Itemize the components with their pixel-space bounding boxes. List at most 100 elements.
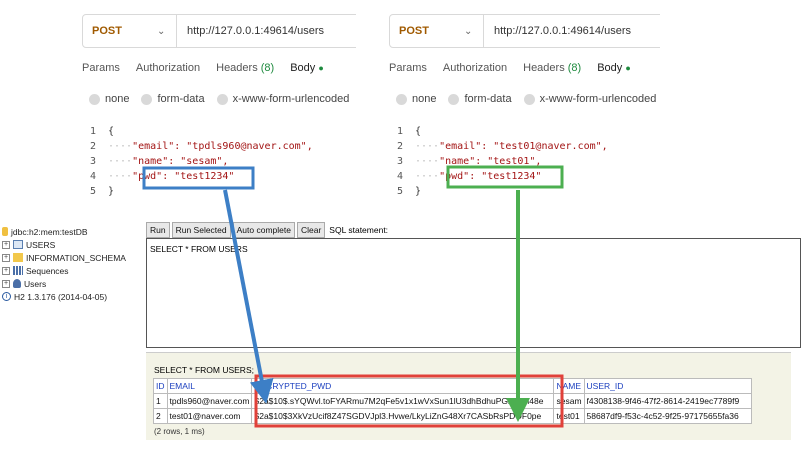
results-table: ID EMAIL ENCRYPTED_PWD NAME USER_ID 1 tp…: [153, 378, 752, 424]
tree-item-sequences[interactable]: + Sequences: [2, 264, 126, 277]
request-tabs: Params Authorization Headers (8) Body ●: [389, 62, 631, 74]
radio-urlencoded[interactable]: x-www-form-urlencoded: [523, 93, 656, 105]
radio-form-data[interactable]: form-data: [448, 93, 512, 105]
column-header[interactable]: ENCRYPTED_PWD: [251, 378, 555, 394]
tab-params[interactable]: Params: [82, 62, 120, 74]
radio-icon: [523, 93, 535, 105]
run-button[interactable]: Run: [146, 222, 170, 238]
tab-headers-label: Headers: [216, 62, 258, 74]
line-number: 1: [396, 126, 403, 137]
code-line: }: [415, 186, 422, 197]
database-icon: [2, 227, 8, 236]
right-request-panel: POST ⌄ http://127.0.0.1:49614/users Param…: [383, 0, 660, 205]
cell-text: $2a$10$.sYQWvl.toFYARmu7M2qFe5v1x1wVxSun…: [254, 396, 544, 406]
body-editor[interactable]: 1{ 2 ···· "email": "test01@naver.com", 3 ··…: [383, 124, 660, 199]
column-header[interactable]: ID: [153, 378, 168, 394]
tab-params[interactable]: Params: [389, 62, 427, 74]
tree-label: INFORMATION_SCHEMA: [26, 252, 126, 263]
expand-icon[interactable]: +: [2, 279, 10, 288]
tab-authorization[interactable]: Authorization: [136, 62, 200, 74]
sequence-icon: [13, 266, 23, 275]
radio-label: x-www-form-urlencoded: [232, 93, 350, 105]
url-input[interactable]: http://127.0.0.1:49614/users: [177, 25, 324, 37]
tab-body-label: Body: [290, 62, 316, 74]
method-select[interactable]: POST ⌄: [83, 15, 177, 47]
results-panel: SELECT * FROM USERS; ID EMAIL ENCRYPTED_…: [146, 352, 791, 440]
table-cell: test01: [553, 408, 585, 424]
tree-item-users-table[interactable]: + USERS: [2, 238, 126, 251]
tab-body[interactable]: Body ●: [290, 62, 324, 74]
column-header[interactable]: USER_ID: [583, 378, 752, 394]
tree-label: jdbc:h2:mem:testDB: [11, 226, 88, 237]
sql-toolbar: Run Run Selected Auto complete Clear SQL…: [146, 222, 388, 238]
table-icon: [13, 240, 23, 249]
expand-icon[interactable]: +: [2, 253, 10, 262]
radio-none[interactable]: none: [396, 93, 436, 105]
tab-headers-label: Headers: [523, 62, 565, 74]
radio-icon: [141, 93, 153, 105]
radio-label: form-data: [157, 93, 205, 105]
url-bar[interactable]: POST ⌄ http://127.0.0.1:49614/users: [389, 14, 660, 48]
table-cell: f4308138-9f46-47f2-8614-2419ec7789f9: [583, 393, 752, 409]
user-icon: [13, 279, 21, 288]
table-cell: sesam: [553, 393, 585, 409]
radio-urlencoded[interactable]: x-www-form-urlencoded: [216, 93, 350, 105]
url-input[interactable]: http://127.0.0.1:49614/users: [484, 25, 631, 37]
line-number: 3: [89, 156, 96, 167]
body-editor[interactable]: 1{ 2 ···· "email": "tpdls960@naver.com", 3…: [76, 124, 356, 199]
tree-label: USERS: [26, 239, 56, 250]
column-header[interactable]: EMAIL: [166, 378, 253, 394]
radio-icon: [396, 93, 407, 105]
sql-editor[interactable]: SELECT * FROM USERS: [146, 238, 801, 348]
headers-count: (8): [260, 62, 275, 74]
table-row: 1 tpdls960@naver.com $2a$10$.sYQWvl.toFY…: [153, 393, 752, 409]
auto-complete-button[interactable]: Auto complete: [232, 222, 295, 238]
tree-item-connection[interactable]: jdbc:h2:mem:testDB: [2, 225, 126, 238]
table-cell: $2a$10$.sYQWvl.toFYARmu7M2qFe5v1x1wVxSun…: [251, 393, 555, 409]
radio-icon: [216, 93, 228, 105]
table-cell: tpdls960@naver.com: [166, 393, 253, 409]
row-count: (2 rows, 1 ms): [154, 427, 205, 436]
tree-item-version: i H2 1.3.176 (2014-04-05): [2, 290, 126, 303]
left-request-panel: POST ⌄ http://127.0.0.1:49614/users Param…: [76, 0, 356, 205]
chevron-down-icon: ⌄: [156, 25, 166, 37]
line-number: 1: [89, 126, 96, 137]
code-line: "name": "sesam",: [132, 156, 229, 167]
sql-statement-label: SQL statement:: [329, 225, 389, 235]
tree-item-schema[interactable]: + INFORMATION_SCHEMA: [2, 251, 126, 264]
code-line: {: [415, 126, 422, 137]
cell-text: 58687df9-f53c-4c52-9f25-97175655fa36: [586, 411, 739, 421]
url-bar[interactable]: POST ⌄ http://127.0.0.1:49614/users: [82, 14, 356, 48]
method-select[interactable]: POST ⌄: [390, 15, 484, 47]
table-header-row: ID EMAIL ENCRYPTED_PWD NAME USER_ID: [153, 378, 752, 394]
radio-label: none: [105, 93, 130, 105]
expand-icon[interactable]: +: [2, 266, 10, 275]
code-line: "pwd": "test1234": [439, 171, 542, 182]
table-cell: test01@naver.com: [166, 408, 253, 424]
expand-icon[interactable]: +: [2, 240, 10, 249]
method-label: POST: [399, 25, 429, 37]
dot-icon: ●: [625, 63, 631, 73]
column-header[interactable]: NAME: [553, 378, 585, 394]
request-tabs: Params Authorization Headers (8) Body ●: [82, 62, 324, 74]
tab-headers[interactable]: Headers (8): [216, 62, 274, 74]
table-cell: $2a$10$3XkVzUcif8Z47SGDVJpl3.Hvwe/LkyLiZ…: [251, 408, 555, 424]
code-line: "email": "tpdls960@naver.com",: [132, 141, 313, 152]
radio-form-data[interactable]: form-data: [141, 93, 205, 105]
radio-none[interactable]: none: [89, 93, 129, 105]
cell-text: $2a$10$3XkVzUcif8Z47SGDVJpl3.Hvwe/LkyLiZ…: [254, 411, 542, 421]
run-selected-button[interactable]: Run Selected: [171, 222, 231, 238]
radio-icon: [448, 93, 460, 105]
radio-icon: [89, 93, 100, 105]
tab-body[interactable]: Body ●: [597, 62, 631, 74]
result-query: SELECT * FROM USERS;: [154, 365, 254, 375]
tree-item-users[interactable]: + Users: [2, 277, 126, 290]
table-cell: 2: [153, 408, 168, 424]
clear-button[interactable]: Clear: [296, 222, 326, 238]
line-number: 5: [396, 186, 403, 197]
tab-headers[interactable]: Headers (8): [523, 62, 581, 74]
tree-label: H2 1.3.176 (2014-04-05): [14, 291, 108, 302]
code-line: "name": "test01",: [439, 156, 542, 167]
tree-label: Sequences: [26, 265, 69, 276]
tab-authorization[interactable]: Authorization: [443, 62, 507, 74]
